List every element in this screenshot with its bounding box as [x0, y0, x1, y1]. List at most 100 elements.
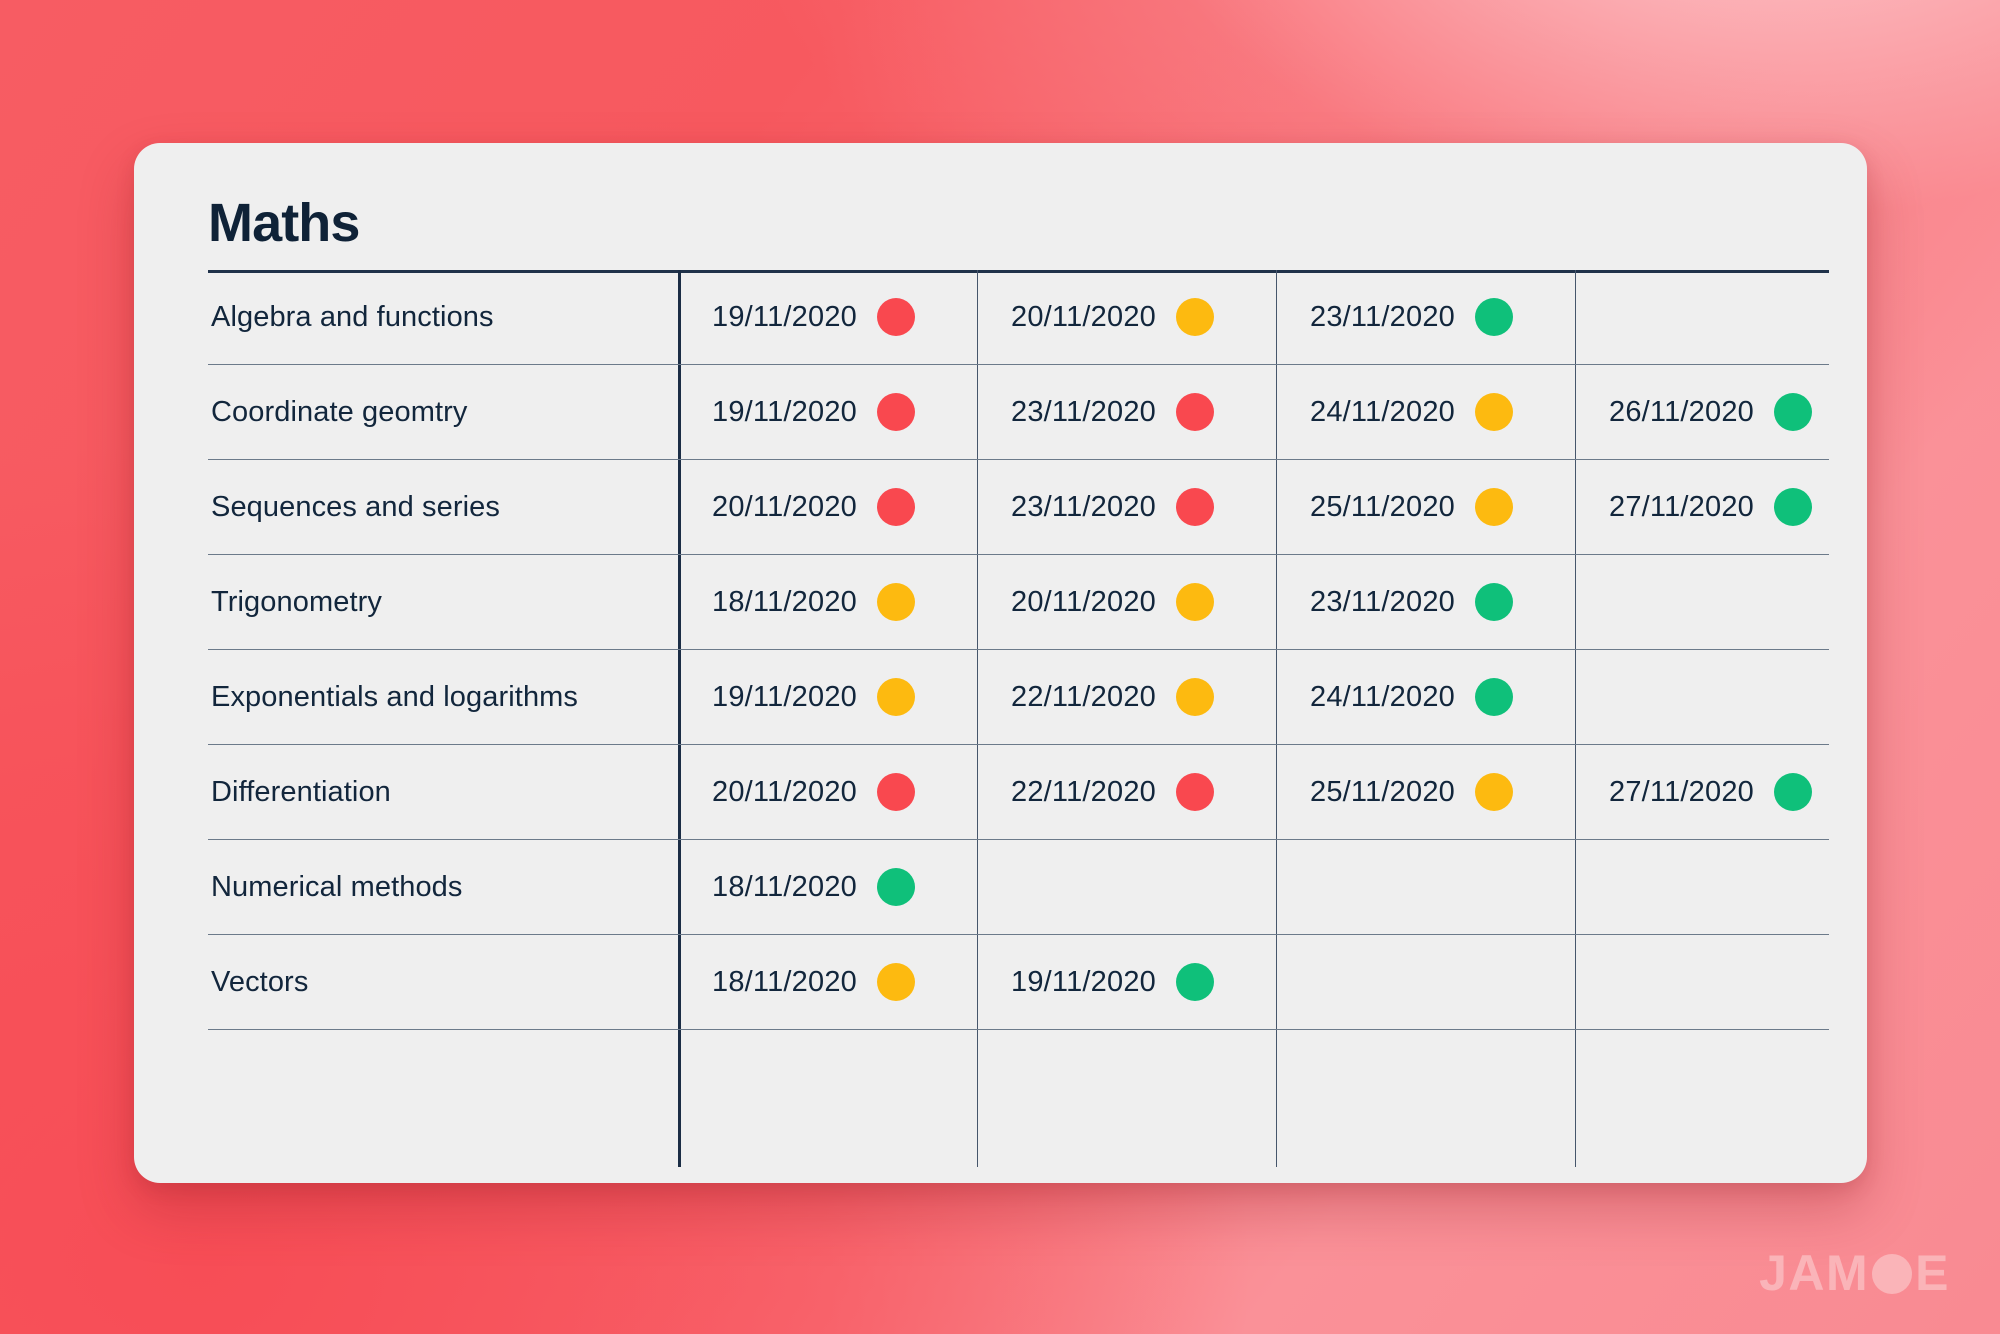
status-dot-red — [1176, 488, 1214, 526]
attempt-date: 24/11/2020 — [1310, 680, 1455, 713]
empty-cell — [977, 1030, 1276, 1125]
attempt-cell[interactable]: 27/11/2020 — [1575, 745, 1867, 839]
logo-text-before: JAM — [1759, 1245, 1870, 1301]
status-dot-red — [877, 773, 915, 811]
status-dot-amber — [877, 678, 915, 716]
attempt-date: 18/11/2020 — [712, 965, 857, 998]
status-dot-amber — [1176, 583, 1214, 621]
attempt-date: 20/11/2020 — [1011, 585, 1156, 618]
status-dot-red — [877, 393, 915, 431]
brand-logo: JAM E — [1759, 1244, 1950, 1302]
attempt-cell[interactable]: 26/11/2020 — [1575, 365, 1867, 459]
status-dot-amber — [877, 963, 915, 1001]
attempt-date: 25/11/2020 — [1310, 775, 1455, 808]
attempt-date: 27/11/2020 — [1609, 775, 1754, 808]
attempt-cell[interactable]: 19/11/2020 — [678, 365, 977, 459]
attempt-cell[interactable]: 19/11/2020 — [977, 935, 1276, 1029]
status-dot-green — [1475, 678, 1513, 716]
attempt-date: 23/11/2020 — [1011, 395, 1156, 428]
attempt-date: 23/11/2020 — [1310, 300, 1455, 333]
attempt-cell[interactable]: 22/11/2020 — [977, 745, 1276, 839]
status-dot-green — [1774, 773, 1812, 811]
attempt-date: 26/11/2020 — [1609, 395, 1754, 428]
attempt-date: 19/11/2020 — [712, 395, 857, 428]
empty-cell — [678, 1030, 977, 1125]
table-row[interactable]: Differentiation 20/11/2020 22/11/2020 25/11… — [208, 745, 1829, 840]
attempt-date: 19/11/2020 — [712, 300, 857, 333]
topic-label: Trigonometry — [211, 585, 382, 618]
status-dot-amber — [877, 583, 915, 621]
status-dot-green — [1475, 298, 1513, 336]
attempt-cell[interactable]: 20/11/2020 — [977, 270, 1276, 364]
attempt-date: 19/11/2020 — [712, 680, 857, 713]
attempt-cell[interactable] — [977, 840, 1276, 934]
table-row[interactable]: Vectors 18/11/2020 19/11/2020 — [208, 935, 1829, 1030]
status-dot-green — [877, 868, 915, 906]
attempt-date: 20/11/2020 — [712, 775, 857, 808]
status-dot-amber — [1176, 678, 1214, 716]
attempt-cell[interactable]: 25/11/2020 — [1276, 460, 1575, 554]
status-dot-red — [877, 298, 915, 336]
attempt-date: 19/11/2020 — [1011, 965, 1156, 998]
topic-cell: Sequences and series — [208, 460, 678, 554]
attempt-cell[interactable]: 19/11/2020 — [678, 270, 977, 364]
attempt-cell[interactable]: 20/11/2020 — [977, 555, 1276, 649]
attempt-date: 25/11/2020 — [1310, 490, 1455, 523]
empty-cell — [1575, 1030, 1867, 1125]
table-row[interactable]: Trigonometry 18/11/2020 20/11/2020 23/11/20… — [208, 555, 1829, 650]
card-inner: Maths Algebra and functions 19/11/2020 20/… — [172, 143, 1829, 1183]
attempt-cell[interactable]: 19/11/2020 — [678, 650, 977, 744]
attempt-cell[interactable] — [1575, 270, 1867, 364]
attempt-cell[interactable] — [1575, 650, 1867, 744]
status-dot-amber — [1475, 488, 1513, 526]
table-row[interactable]: Coordinate geomtry 19/11/2020 23/11/2020 24… — [208, 365, 1829, 460]
table-row[interactable]: Exponentials and logarithms 19/11/2020 22/… — [208, 650, 1829, 745]
attempt-cell[interactable] — [1276, 935, 1575, 1029]
attempt-date: 27/11/2020 — [1609, 490, 1754, 523]
attempt-cell[interactable]: 18/11/2020 — [678, 840, 977, 934]
table-body: Algebra and functions 19/11/2020 20/11/202… — [208, 270, 1829, 1125]
attempt-cell[interactable]: 24/11/2020 — [1276, 365, 1575, 459]
status-dot-green — [1176, 963, 1214, 1001]
attempt-date: 18/11/2020 — [712, 585, 857, 618]
attempt-cell[interactable] — [1276, 840, 1575, 934]
topic-cell: Trigonometry — [208, 555, 678, 649]
attempt-date: 20/11/2020 — [712, 490, 857, 523]
attempt-cell[interactable]: 25/11/2020 — [1276, 745, 1575, 839]
attempt-cell[interactable]: 20/11/2020 — [678, 745, 977, 839]
attempt-cell[interactable]: 23/11/2020 — [977, 365, 1276, 459]
attempt-cell[interactable]: 23/11/2020 — [977, 460, 1276, 554]
status-dot-red — [877, 488, 915, 526]
topic-label: Exponentials and logarithms — [211, 680, 579, 713]
status-dot-green — [1774, 488, 1812, 526]
table-row[interactable]: Algebra and functions 19/11/2020 20/11/202… — [208, 270, 1829, 365]
attempt-cell[interactable]: 18/11/2020 — [678, 555, 977, 649]
table-row-empty — [208, 1030, 1829, 1125]
attempt-cell[interactable]: 23/11/2020 — [1276, 555, 1575, 649]
attempt-cell[interactable]: 22/11/2020 — [977, 650, 1276, 744]
topic-cell: Algebra and functions — [208, 270, 678, 364]
attempt-cell[interactable]: 20/11/2020 — [678, 460, 977, 554]
status-dot-amber — [1475, 393, 1513, 431]
topic-label: Differentiation — [211, 775, 391, 808]
attempt-date: 20/11/2020 — [1011, 300, 1156, 333]
table-row[interactable]: Numerical methods 18/11/2020 — [208, 840, 1829, 935]
attempt-cell[interactable]: 24/11/2020 — [1276, 650, 1575, 744]
attempt-cell[interactable]: 23/11/2020 — [1276, 270, 1575, 364]
attempt-cell[interactable] — [1575, 840, 1867, 934]
attempt-cell[interactable]: 27/11/2020 — [1575, 460, 1867, 554]
table-row[interactable]: Sequences and series 20/11/2020 23/11/2020… — [208, 460, 1829, 555]
topic-label: Vectors — [211, 965, 309, 998]
attempt-date: 23/11/2020 — [1310, 585, 1455, 618]
attempt-cell[interactable]: 18/11/2020 — [678, 935, 977, 1029]
topic-cell: Vectors — [208, 935, 678, 1029]
attempt-cell[interactable] — [1575, 935, 1867, 1029]
topic-label: Coordinate geomtry — [211, 395, 468, 428]
status-dot-amber — [1475, 773, 1513, 811]
empty-cell — [208, 1030, 678, 1125]
attempt-date: 23/11/2020 — [1011, 490, 1156, 523]
attempt-cell[interactable] — [1575, 555, 1867, 649]
status-dot-red — [1176, 393, 1214, 431]
topic-label: Algebra and functions — [211, 300, 494, 333]
logo-text-after: E — [1915, 1245, 1950, 1301]
